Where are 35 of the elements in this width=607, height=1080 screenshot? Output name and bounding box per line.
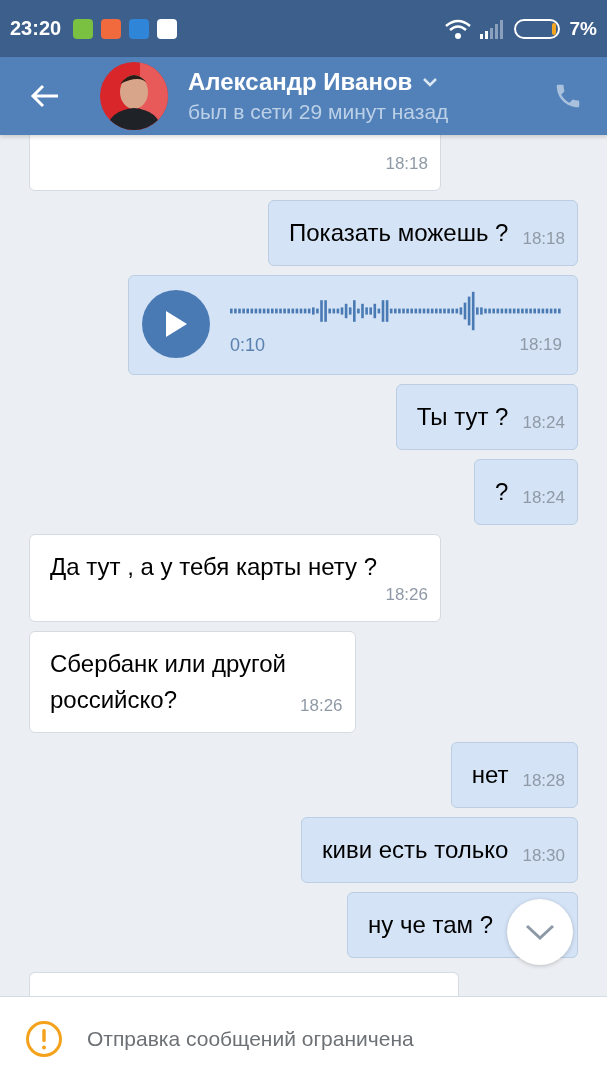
last-seen-status: был в сети 29 минут назад	[188, 100, 450, 124]
app-icon	[73, 18, 94, 39]
signal-icon	[479, 18, 506, 39]
message-text: Сбербанк или другой российско?	[50, 649, 286, 715]
message-text: Да тут , а у тебя карты нету ?	[50, 552, 378, 582]
back-icon[interactable]	[30, 84, 60, 108]
message-text: нет	[471, 760, 509, 790]
message-text: Ты тут ?	[416, 402, 509, 432]
chevron-down-icon	[525, 924, 555, 940]
chevron-down-icon[interactable]	[422, 77, 439, 87]
message-text: ?	[495, 477, 509, 507]
notice-text: Отправка сообщений ограничена	[87, 1026, 414, 1051]
message-time: 18:19	[519, 335, 562, 356]
app-icon	[129, 18, 150, 39]
message-time: 18:30	[522, 846, 565, 867]
message-time: 18:26	[300, 696, 343, 717]
message-time: 18:24	[522, 488, 565, 509]
wifi-icon	[443, 17, 472, 40]
battery-percent: 7%	[569, 17, 597, 40]
message-text: Показать можешь ?	[289, 218, 509, 248]
message-text: ну че там ?	[367, 910, 493, 940]
message-time: 18:26	[385, 585, 428, 606]
status-time: 23:20	[10, 17, 62, 40]
message-time: 18:18	[385, 154, 428, 175]
battery-icon	[513, 17, 562, 40]
message-time: 18:18	[522, 229, 565, 250]
app-icon	[101, 18, 122, 39]
warning-icon	[25, 1019, 63, 1058]
message-time: 18:28	[522, 771, 565, 792]
voice-duration: 0:10	[230, 335, 266, 357]
contact-name[interactable]: Александр Иванов	[188, 68, 413, 96]
message-text: киви есть только	[322, 835, 509, 865]
app-icon	[157, 18, 178, 39]
play-icon	[164, 310, 188, 338]
message-time: 18:24	[522, 413, 565, 434]
